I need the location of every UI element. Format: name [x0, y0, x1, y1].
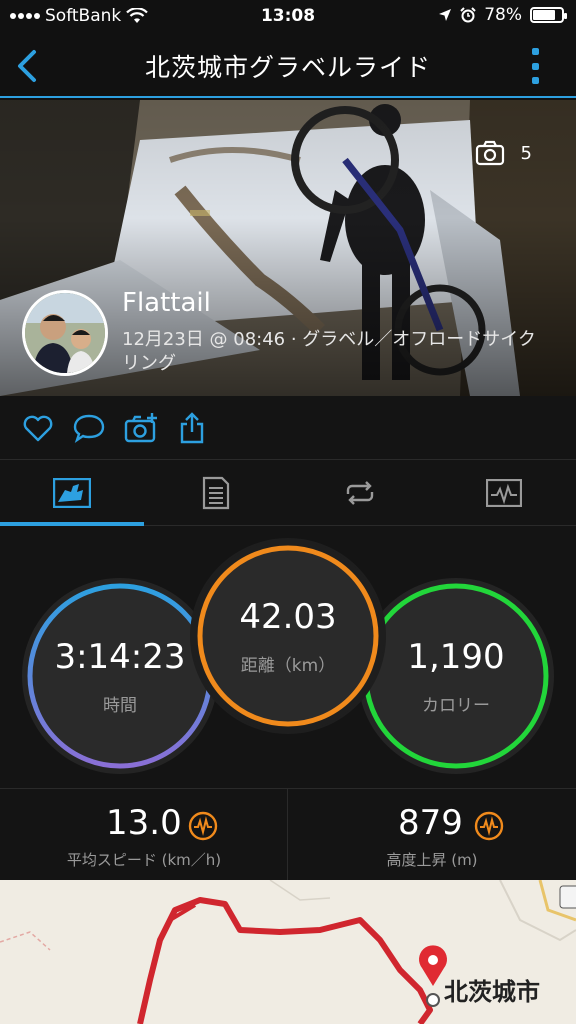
location-icon — [439, 9, 452, 21]
status-bar: SoftBank 13:08 78% — [0, 0, 576, 34]
activity-tabs — [0, 460, 576, 526]
more-menu-button[interactable] — [532, 48, 540, 84]
pulse-icon — [474, 811, 504, 841]
map-place-label: 北茨城市 — [444, 978, 540, 1006]
calories-label: カロリー — [422, 695, 490, 716]
avg-speed-label: 平均スピード (km／h) — [66, 851, 222, 869]
battery-percent: 78% — [484, 5, 522, 25]
add-photo-button[interactable] — [124, 412, 160, 444]
page-title: 北茨城市グラベルライド — [144, 53, 431, 82]
camera-icon — [475, 140, 504, 166]
time-label: 時間 — [103, 695, 137, 716]
comment-icon — [73, 414, 105, 443]
heart-icon — [23, 415, 53, 442]
activity-meta: 12月23日 @ 08:46 · グラベル／オフロードサイクリング — [122, 329, 536, 374]
photo-count: 5 — [520, 142, 532, 164]
nav-bar: 北茨城市グラベルライド — [0, 34, 576, 98]
share-button[interactable] — [176, 412, 208, 444]
distance-label: 距離（km） — [240, 655, 336, 676]
avatar[interactable] — [22, 290, 108, 376]
status-right: 78% — [438, 5, 567, 25]
avatar-photo — [25, 293, 105, 373]
elevation-value: 879 — [398, 803, 463, 843]
action-bar — [0, 396, 576, 460]
pulse-icon — [188, 811, 218, 841]
elevation-label: 高度上昇 (m) — [386, 851, 478, 869]
tab-charts[interactable] — [432, 460, 576, 526]
avg-speed-stat[interactable]: 13.0 平均スピード (km／h) — [0, 789, 288, 881]
tab-overview[interactable] — [0, 460, 144, 526]
distance-ring: 42.03 距離（km） — [190, 538, 386, 734]
back-button[interactable] — [10, 46, 46, 86]
time-ring: 3:14:23 時間 — [22, 578, 218, 774]
add-photo-icon — [124, 413, 157, 443]
chart-icon — [486, 479, 522, 507]
route-map[interactable]: 北茨城市 — [0, 880, 576, 1024]
calories-ring: 1,190 カロリー — [358, 578, 554, 774]
comment-button[interactable] — [72, 412, 105, 444]
like-button[interactable] — [22, 412, 54, 444]
alarm-icon — [460, 7, 476, 23]
tab-details[interactable] — [144, 460, 288, 526]
calories-value: 1,190 — [407, 636, 505, 677]
elevation-stat[interactable]: 879 高度上昇 (m) — [288, 789, 576, 881]
photo-count-button[interactable]: 5 — [475, 140, 532, 166]
more-dot-icon — [532, 62, 539, 70]
activity-photo[interactable]: 5 Flattail 12月23日 @ 08:46 · グラベル／オフロードサイ… — [0, 100, 576, 396]
repeat-icon — [346, 481, 374, 505]
document-icon — [202, 476, 230, 510]
more-dot-icon — [532, 77, 539, 84]
distance-value: 42.03 — [239, 596, 337, 637]
tab-laps[interactable] — [288, 460, 432, 526]
more-dot-icon — [532, 48, 539, 55]
battery-icon — [530, 7, 567, 23]
stats-row: 13.0 平均スピード (km／h) 879 高度上昇 (m) — [0, 788, 576, 881]
time-value: 3:14:23 — [54, 636, 186, 677]
share-icon — [180, 412, 204, 444]
chevron-left-icon — [18, 50, 36, 82]
user-name[interactable]: Flattail — [122, 288, 211, 318]
overview-icon — [53, 478, 91, 508]
avg-speed-value: 13.0 — [106, 803, 182, 843]
summary-rings: 3:14:23 時間 1,190 カロリー 42.03 距離（km） — [0, 526, 576, 788]
